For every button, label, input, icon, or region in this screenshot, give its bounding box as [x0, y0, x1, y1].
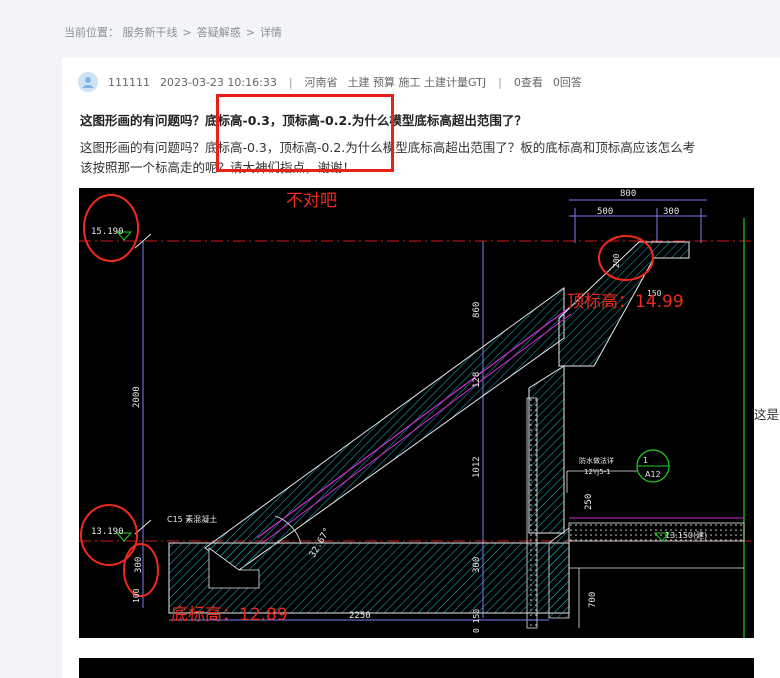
avatar[interactable] [78, 72, 98, 92]
detail-note: 防水做法详 [579, 456, 614, 465]
material-label: C15 素混凝土 [167, 514, 217, 524]
dimension-label: 2000 [132, 386, 142, 408]
dimension-label: 300 [663, 207, 679, 217]
post-answers: 0回答 [552, 76, 582, 89]
meta-divider: | [498, 75, 502, 89]
detail-callout-label: A12 [645, 470, 661, 479]
meta-divider: | [288, 75, 293, 89]
post-region: 河南省 [304, 76, 338, 89]
dimension-label: 200 [612, 253, 621, 268]
dimension-label: 100 [132, 588, 141, 603]
cad-drawing-svg: 15.190 13.190 800 500 300 200 150 860 12… [79, 189, 754, 638]
breadcrumb-item-qa[interactable]: 答疑解惑 [197, 24, 241, 40]
post-views: 0查看 [513, 76, 543, 89]
elevation-label: 15.190 [91, 227, 124, 237]
annotation-bottom-elevation: 底标高：12.89 [171, 605, 288, 625]
dimension-label: 500 [597, 207, 613, 217]
highlight-box [216, 94, 394, 172]
dimension-label: 300 [472, 557, 482, 573]
user-icon [82, 77, 94, 88]
dimension-label: 860 [472, 302, 482, 318]
breadcrumb-item-home[interactable]: 服务新干线 [123, 24, 178, 40]
elevation-label: 13.150(建) [665, 530, 707, 540]
dimension-label: 0 150 [472, 609, 481, 633]
breadcrumb-item-current: 详情 [259, 26, 282, 39]
breadcrumb-separator: > [245, 26, 255, 39]
breadcrumb: 当前位置： 服务新干线 > 答疑解惑 > 详情 [64, 24, 282, 40]
post-body: 这图形画的有问题吗？底标高-0.3，顶标高-0.2.为什么模型底标高超出范围了？… [80, 138, 780, 178]
dimension-label: 300 [134, 557, 144, 573]
dimension-label: 700 [588, 592, 598, 608]
post-meta: 111111 2023-03-23 10:16:33 | 河南省 土建 预算 施… [78, 72, 582, 92]
detail-callout-number: 1 [643, 456, 648, 465]
cad-drawing-image[interactable]: 15.190 13.190 800 500 300 200 150 860 12… [79, 188, 754, 638]
breadcrumb-separator: > [182, 26, 192, 39]
dimension-label: 800 [620, 189, 636, 199]
annotation-top-elevation: 顶标高：14.99 [567, 292, 684, 312]
annotation-wrong: 不对吧 [286, 191, 337, 211]
dimension-label: 250 [584, 494, 594, 510]
side-text-fragment: 这是 [754, 407, 780, 422]
elevation-label: 13.190 [91, 527, 124, 537]
post-datetime: 2023-03-23 10:16:33 [160, 75, 277, 89]
post-tags: 土建 预算 施工 土建计量GTJ [347, 76, 487, 89]
detail-reference: 12YJ5-1 [584, 468, 611, 476]
post-username[interactable]: 111111 [108, 76, 150, 89]
post-body-line: 该按照那一个标高走的呢？请大神们指点，谢谢！ [80, 160, 356, 175]
cad-drawing-image-2[interactable] [79, 658, 754, 678]
dimension-label: 128 [472, 372, 482, 388]
dimension-label: 1012 [472, 456, 482, 478]
sloped-slab [204, 287, 565, 571]
breadcrumb-label: 当前位置： [64, 26, 119, 39]
post-body-line: 这图形画的有问题吗？底标高-0.3，顶标高-0.2.为什么模型底标高超出范围了？… [80, 140, 696, 155]
dimension-label: 2250 [349, 611, 371, 621]
